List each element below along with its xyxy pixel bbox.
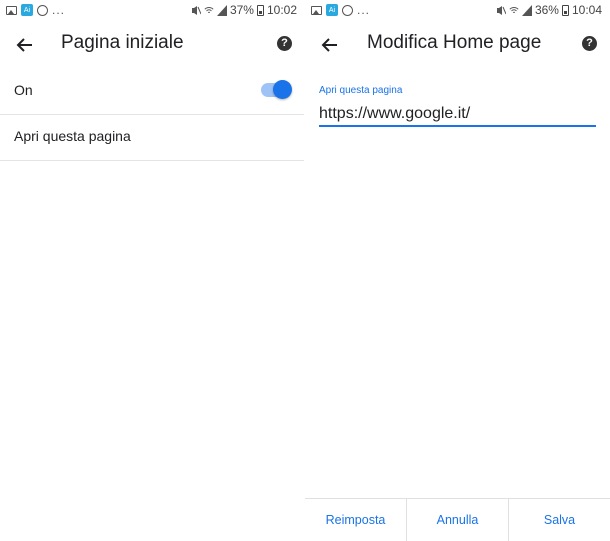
battery-percentage: 36% [534, 3, 559, 17]
toggle-label: On [14, 82, 33, 98]
settings-screen-homepage: Ai ... 37% 10:02 Pagina iniziale ? On Ap… [0, 0, 305, 541]
signal-icon [521, 5, 532, 16]
battery-icon [561, 5, 569, 16]
reset-button[interactable]: Reimposta [305, 499, 407, 541]
action-bar: Reimposta Annulla Salva [305, 498, 610, 541]
more-notifications-indicator: ... [357, 3, 371, 17]
back-arrow-icon[interactable] [319, 34, 341, 56]
toggle-knob [273, 80, 292, 99]
app-bar: Pagina iniziale ? [0, 22, 305, 68]
wifi-icon [509, 7, 519, 14]
mute-icon [191, 6, 201, 15]
battery-icon [256, 5, 264, 16]
status-bar: Ai ... 36% 10:04 [305, 0, 610, 22]
cancel-button[interactable]: Annulla [407, 499, 509, 541]
back-arrow-icon[interactable] [14, 34, 36, 56]
system-icons: 37% 10:02 [191, 3, 297, 18]
clock: 10:04 [571, 3, 602, 17]
wifi-icon [204, 7, 214, 14]
page-title: Pagina iniziale [61, 32, 184, 53]
url-field-label: Apri questa pagina [319, 85, 403, 96]
signal-icon [216, 5, 227, 16]
help-icon[interactable]: ? [277, 36, 292, 51]
page-title: Modifica Home page [367, 32, 542, 53]
image-icon [6, 5, 17, 15]
status-bar: Ai ... 37% 10:02 [0, 0, 305, 22]
homepage-toggle-switch[interactable] [261, 80, 292, 99]
app-notification-icon: Ai [326, 4, 338, 16]
screen-divider [304, 0, 305, 541]
notification-icons: Ai ... [311, 3, 370, 17]
edit-homepage-screen: Ai ... 36% 10:04 Modifica Home page ? Ap… [305, 0, 610, 541]
homepage-url-input[interactable] [319, 103, 596, 127]
homepage-toggle-row[interactable]: On [0, 68, 305, 115]
battery-percentage: 37% [229, 3, 254, 17]
face-icon [342, 4, 353, 16]
notification-icons: Ai ... [6, 3, 65, 17]
help-icon[interactable]: ? [582, 36, 597, 51]
app-notification-icon: Ai [21, 4, 33, 16]
face-icon [37, 4, 48, 16]
clock: 10:02 [266, 3, 297, 17]
image-icon [311, 5, 322, 15]
open-this-page-row[interactable]: Apri questa pagina [0, 114, 305, 161]
save-button[interactable]: Salva [509, 499, 610, 541]
open-this-page-label: Apri questa pagina [14, 128, 131, 144]
more-notifications-indicator: ... [52, 3, 66, 17]
app-bar: Modifica Home page ? [305, 22, 610, 68]
system-icons: 36% 10:04 [496, 3, 602, 18]
mute-icon [496, 6, 506, 15]
